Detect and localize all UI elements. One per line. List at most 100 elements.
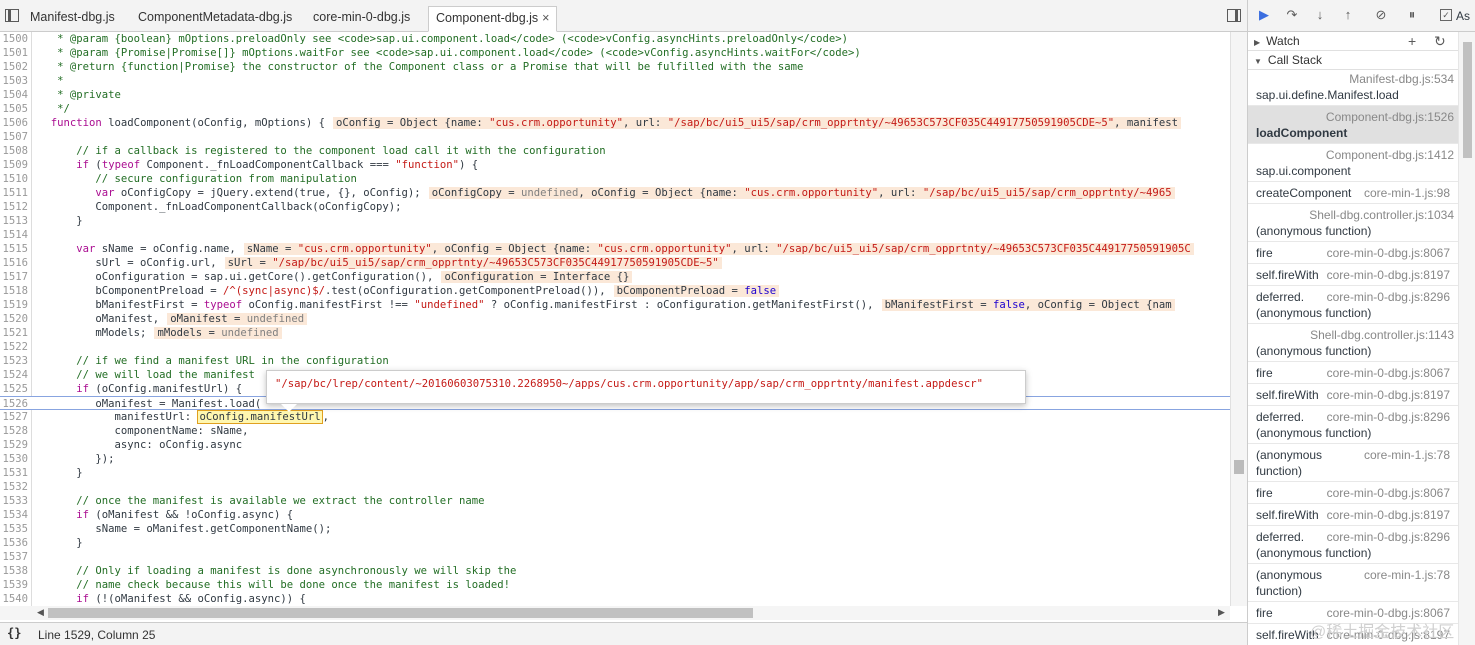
code-text[interactable]: // if a callback is registered to the co… bbox=[38, 144, 605, 158]
scrollbar-thumb[interactable] bbox=[48, 608, 753, 618]
step-out-icon[interactable]: ↑ bbox=[1340, 7, 1356, 23]
line-number[interactable]: 1526 bbox=[0, 397, 30, 411]
code-text[interactable]: oManifest = Manifest.load( bbox=[38, 397, 261, 411]
line-number[interactable]: 1532 bbox=[0, 480, 30, 494]
frame-location[interactable]: core-min-0-dbg.js:8296 bbox=[1327, 289, 1450, 305]
call-frame[interactable]: self.fireWith core-min-0-dbg.js:8197 bbox=[1248, 264, 1458, 286]
tab-core-min[interactable]: core-min-0-dbg.js bbox=[306, 6, 417, 32]
frame-location[interactable]: Manifest-dbg.js:534 bbox=[1349, 72, 1454, 86]
refresh-watch-icon[interactable]: ↻ bbox=[1434, 32, 1446, 51]
line-number[interactable]: 1531 bbox=[0, 466, 30, 480]
add-watch-icon[interactable]: + bbox=[1408, 32, 1416, 51]
line-number[interactable]: 1537 bbox=[0, 550, 30, 564]
frame-location[interactable]: core-min-0-dbg.js:8296 bbox=[1327, 409, 1450, 425]
code-text[interactable]: componentName: sName, bbox=[38, 424, 249, 438]
frame-location[interactable]: core-min-0-dbg.js:8197 bbox=[1327, 507, 1450, 523]
line-number[interactable]: 1536 bbox=[0, 536, 30, 550]
code-text[interactable]: } bbox=[38, 536, 82, 550]
line-number[interactable]: 1509 bbox=[0, 158, 30, 172]
frame-location[interactable]: core-min-0-dbg.js:8296 bbox=[1327, 529, 1450, 545]
pause-on-exceptions-icon[interactable]: ⏸ bbox=[1404, 7, 1420, 23]
line-number[interactable]: 1503 bbox=[0, 74, 30, 88]
code-text[interactable]: bComponentPreload = /^(sync|async)$/.tes… bbox=[38, 284, 780, 298]
code-text[interactable]: async: oConfig.async bbox=[38, 438, 243, 452]
line-number[interactable]: 1513 bbox=[0, 214, 30, 228]
code-text[interactable]: mModels; mModels = undefined bbox=[38, 326, 282, 340]
frame-location[interactable]: core-min-1.js:78 bbox=[1364, 567, 1450, 583]
code-editor[interactable]: 1500 * @param {boolean} mOptions.preload… bbox=[0, 32, 1230, 606]
frame-location[interactable]: Shell-dbg.controller.js:1034 bbox=[1309, 208, 1454, 222]
code-text[interactable]: */ bbox=[38, 102, 70, 116]
code-text[interactable]: manifestUrl: oConfig.manifestUrl, bbox=[38, 410, 329, 424]
code-text[interactable]: * @param {boolean} mOptions.preloadOnly … bbox=[38, 32, 848, 46]
line-number[interactable]: 1514 bbox=[0, 228, 30, 242]
tab-manifest[interactable]: Manifest-dbg.js bbox=[23, 6, 122, 32]
line-number[interactable]: 1518 bbox=[0, 284, 30, 298]
code-text[interactable]: * @private bbox=[38, 88, 121, 102]
call-frame[interactable]: self.fireWith core-min-0-dbg.js:8197 bbox=[1248, 504, 1458, 526]
code-text[interactable]: Component._fnLoadComponentCallback(oConf… bbox=[38, 200, 401, 214]
toggle-navigator-icon[interactable] bbox=[5, 9, 19, 22]
scrollbar-thumb[interactable] bbox=[1463, 42, 1472, 158]
code-text[interactable]: }); bbox=[38, 452, 114, 466]
call-frame[interactable]: fire core-min-0-dbg.js:8067 bbox=[1248, 242, 1458, 264]
line-number[interactable]: 1519 bbox=[0, 298, 30, 312]
sidebar-scrollbar[interactable] bbox=[1458, 32, 1475, 645]
code-text[interactable]: oConfiguration = sap.ui.getCore().getCon… bbox=[38, 270, 633, 284]
call-frame[interactable]: Manifest-dbg.js:534 sap.ui.define.Manifes… bbox=[1248, 68, 1458, 106]
line-number[interactable]: 1538 bbox=[0, 564, 30, 578]
tab-component[interactable]: Component-dbg.js × bbox=[428, 6, 558, 32]
watch-pane-header[interactable]: ▶ Watch + ↻ bbox=[1248, 32, 1458, 51]
line-number[interactable]: 1506 bbox=[0, 116, 30, 130]
code-text[interactable]: * @return {function|Promise} the constru… bbox=[38, 60, 803, 74]
deactivate-breakpoints-icon[interactable]: ⊘ bbox=[1373, 7, 1389, 23]
frame-location[interactable]: core-min-0-dbg.js:8067 bbox=[1327, 365, 1450, 381]
scrollbar-thumb[interactable] bbox=[1234, 460, 1244, 474]
line-number[interactable]: 1523 bbox=[0, 354, 30, 368]
scroll-right-icon[interactable]: ▶ bbox=[1218, 607, 1225, 618]
code-text[interactable]: // we will load the manifest bbox=[38, 368, 255, 382]
pretty-print-button[interactable]: {} bbox=[7, 626, 21, 640]
code-text[interactable]: var sName = oConfig.name, sName = "cus.cr… bbox=[38, 242, 1194, 256]
line-number[interactable]: 1534 bbox=[0, 508, 30, 522]
code-text[interactable]: var oConfigCopy = jQuery.extend(true, {}… bbox=[38, 186, 1175, 200]
line-number[interactable]: 1511 bbox=[0, 186, 30, 200]
frame-location[interactable]: core-min-0-dbg.js:8067 bbox=[1327, 245, 1450, 261]
call-frame[interactable]: (anonymous core-min-1.js:78 function) bbox=[1248, 564, 1458, 602]
editor-vertical-scrollbar[interactable] bbox=[1230, 32, 1247, 606]
call-frame[interactable]: deferred. core-min-0-dbg.js:8296 (anonymou… bbox=[1248, 526, 1458, 564]
line-number[interactable]: 1521 bbox=[0, 326, 30, 340]
call-frame[interactable]: deferred. core-min-0-dbg.js:8296 (anonymou… bbox=[1248, 286, 1458, 324]
call-frame[interactable]: self.fireWith core-min-0-dbg.js:8197 bbox=[1248, 384, 1458, 406]
call-frame[interactable]: deferred. core-min-0-dbg.js:8296 (anonymou… bbox=[1248, 406, 1458, 444]
call-frame[interactable]: Component-dbg.js:1526 loadComponent bbox=[1248, 106, 1458, 144]
line-number[interactable]: 1539 bbox=[0, 578, 30, 592]
line-number[interactable]: 1510 bbox=[0, 172, 30, 186]
line-number[interactable]: 1505 bbox=[0, 102, 30, 116]
code-text[interactable]: if (oManifest && !oConfig.async) { bbox=[38, 508, 293, 522]
call-frame[interactable]: Shell-dbg.controller.js:1143 (anonymous f… bbox=[1248, 324, 1458, 362]
line-number[interactable]: 1520 bbox=[0, 312, 30, 326]
line-number[interactable]: 1525 bbox=[0, 382, 30, 396]
call-frame[interactable]: Component-dbg.js:1412 sap.ui.component bbox=[1248, 144, 1458, 182]
frame-location[interactable]: core-min-0-dbg.js:8067 bbox=[1327, 485, 1450, 501]
toggle-debugger-icon[interactable] bbox=[1227, 9, 1241, 22]
line-number[interactable]: 1508 bbox=[0, 144, 30, 158]
async-checkbox[interactable]: ✓ bbox=[1440, 9, 1452, 21]
code-text[interactable]: if (typeof Component._fnLoadComponentCal… bbox=[38, 158, 478, 172]
code-text[interactable]: * bbox=[38, 74, 63, 88]
code-text[interactable]: function loadComponent(oConfig, mOptions… bbox=[38, 116, 1181, 130]
code-text[interactable]: sName = oManifest.getComponentName(); bbox=[38, 522, 331, 536]
line-number[interactable]: 1527 bbox=[0, 410, 30, 424]
editor-horizontal-scrollbar[interactable]: ◀ ▶ bbox=[0, 606, 1230, 620]
code-text[interactable]: // secure configuration from manipulatio… bbox=[38, 172, 357, 186]
line-number[interactable]: 1501 bbox=[0, 46, 30, 60]
line-number[interactable]: 1517 bbox=[0, 270, 30, 284]
call-frame[interactable]: fire core-min-0-dbg.js:8067 bbox=[1248, 482, 1458, 504]
line-number[interactable]: 1535 bbox=[0, 522, 30, 536]
line-number[interactable]: 1522 bbox=[0, 340, 30, 354]
scroll-left-icon[interactable]: ◀ bbox=[37, 607, 44, 618]
frame-location[interactable]: core-min-1.js:98 bbox=[1364, 185, 1450, 201]
code-text[interactable]: oManifest, oManifest = undefined bbox=[38, 312, 308, 326]
frame-location[interactable]: core-min-1.js:78 bbox=[1364, 447, 1450, 463]
